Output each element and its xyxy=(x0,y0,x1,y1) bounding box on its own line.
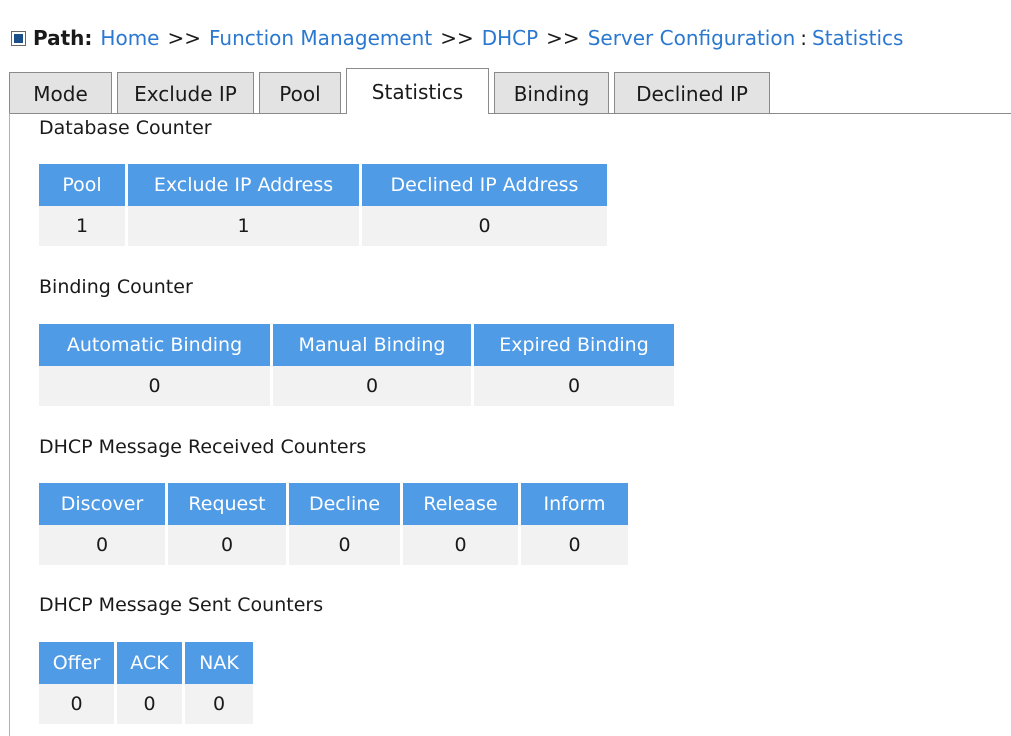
binding-counter-title: Binding Counter xyxy=(39,276,193,298)
table-cell: 0 xyxy=(39,366,270,406)
table-cell: 1 xyxy=(128,206,359,246)
tab-underline xyxy=(9,113,1011,114)
table-cell: 0 xyxy=(521,525,628,565)
column-header: Offer xyxy=(39,642,114,684)
tab-declined-ip[interactable]: Declined IP xyxy=(614,72,770,114)
breadcrumb-home-link[interactable]: Home xyxy=(100,26,159,50)
breadcrumb-colon: : xyxy=(800,26,808,50)
table-row: 0 0 0 xyxy=(39,366,674,406)
column-header: Decline xyxy=(289,483,400,525)
breadcrumb: Path: Home >> Function Management >> DHC… xyxy=(11,22,903,54)
table-cell: 0 xyxy=(168,525,286,565)
table-cell: 0 xyxy=(273,366,471,406)
content-left-border xyxy=(9,113,10,736)
table-row: 0 0 0 xyxy=(39,684,253,724)
tab-statistics[interactable]: Statistics xyxy=(346,68,489,114)
table-cell: 1 xyxy=(39,206,125,246)
table-cell: 0 xyxy=(474,366,674,406)
column-header: Inform xyxy=(521,483,628,525)
breadcrumb-separator: >> xyxy=(167,26,201,50)
path-square-icon xyxy=(11,30,26,46)
column-header: Request xyxy=(168,483,286,525)
column-header: Pool xyxy=(39,164,125,206)
breadcrumb-dhcp-link[interactable]: DHCP xyxy=(482,26,538,50)
column-header: ACK xyxy=(117,642,182,684)
binding-counter-table: Automatic Binding Manual Binding Expired… xyxy=(36,324,677,406)
column-header: Discover xyxy=(39,483,165,525)
table-cell: 0 xyxy=(362,206,607,246)
table-cell: 0 xyxy=(117,684,182,724)
tab-binding[interactable]: Binding xyxy=(494,72,609,114)
breadcrumb-current-page[interactable]: Statistics xyxy=(812,26,903,50)
tab-bar: Mode Exclude IP Pool Statistics Binding … xyxy=(9,68,775,114)
column-header: NAK xyxy=(185,642,253,684)
tab-pool[interactable]: Pool xyxy=(259,72,341,114)
sent-counters-title: DHCP Message Sent Counters xyxy=(39,594,324,616)
column-header: Declined IP Address xyxy=(362,164,607,206)
table-cell: 0 xyxy=(403,525,518,565)
database-counter-table: Pool Exclude IP Address Declined IP Addr… xyxy=(36,164,610,246)
column-header: Exclude IP Address xyxy=(128,164,359,206)
table-cell: 0 xyxy=(39,684,114,724)
table-cell: 0 xyxy=(289,525,400,565)
table-row: 0 0 0 0 0 xyxy=(39,525,628,565)
breadcrumb-server-configuration-link[interactable]: Server Configuration xyxy=(588,26,796,50)
breadcrumb-separator: >> xyxy=(440,26,474,50)
breadcrumb-separator: >> xyxy=(546,26,580,50)
column-header: Manual Binding xyxy=(273,324,471,366)
tab-mode[interactable]: Mode xyxy=(9,72,112,114)
table-row: 1 1 0 xyxy=(39,206,607,246)
received-counters-title: DHCP Message Received Counters xyxy=(39,436,367,458)
sent-counters-table: Offer ACK NAK 0 0 0 xyxy=(36,642,256,724)
column-header: Automatic Binding xyxy=(39,324,270,366)
column-header: Expired Binding xyxy=(474,324,674,366)
path-label: Path: xyxy=(33,26,93,50)
tab-exclude-ip[interactable]: Exclude IP xyxy=(117,72,254,114)
database-counter-title: Database Counter xyxy=(39,117,212,139)
received-counters-table: Discover Request Decline Release Inform … xyxy=(36,483,631,565)
breadcrumb-function-management-link[interactable]: Function Management xyxy=(209,26,432,50)
table-cell: 0 xyxy=(185,684,253,724)
column-header: Release xyxy=(403,483,518,525)
table-cell: 0 xyxy=(39,525,165,565)
